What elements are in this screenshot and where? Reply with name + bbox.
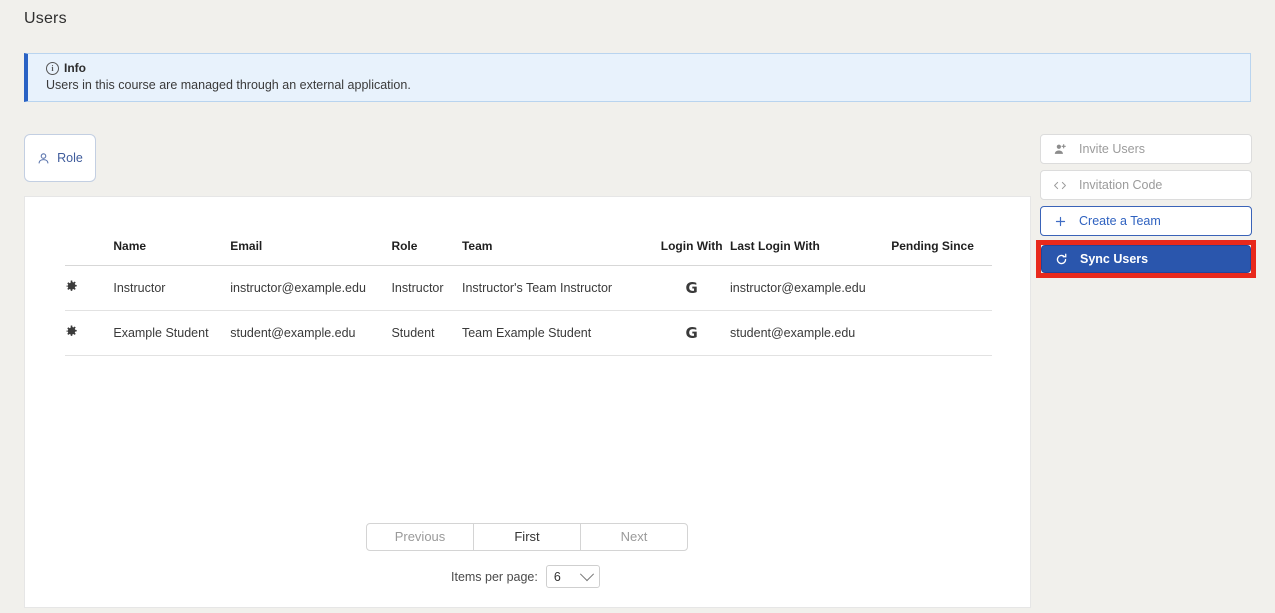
cell-name: Example Student — [113, 310, 231, 356]
invitation-code-button[interactable]: Invitation Code — [1040, 170, 1252, 200]
users-table: Name Email Role Team Login With Last Log… — [65, 239, 992, 356]
refresh-icon — [1054, 253, 1068, 266]
code-brackets-icon — [1053, 180, 1067, 191]
create-a-team-button[interactable]: Create a Team — [1040, 206, 1252, 236]
sync-users-label: Sync Users — [1080, 252, 1149, 266]
chevron-down-icon — [579, 566, 594, 581]
items-per-page-select[interactable]: 6 — [545, 565, 600, 588]
column-header-team: Team — [461, 239, 654, 266]
pagination-controls: Previous First Next — [366, 523, 688, 551]
column-header-last-login-with: Last Login With — [729, 239, 892, 266]
plus-icon — [1053, 216, 1067, 227]
info-alert: i Info Users in this course are managed … — [24, 53, 1251, 102]
info-alert-title: i Info — [46, 61, 86, 75]
gear-icon[interactable] — [65, 325, 78, 341]
table-header-row: Name Email Role Team Login With Last Log… — [65, 239, 992, 266]
column-header-pending-since: Pending Since — [891, 239, 992, 266]
sync-users-button[interactable]: Sync Users — [1041, 245, 1251, 273]
column-header-role: Role — [391, 239, 462, 266]
create-a-team-label: Create a Team — [1079, 214, 1161, 228]
row-settings-cell — [65, 265, 114, 311]
cell-role: Instructor — [391, 265, 462, 311]
cell-team: Team Example Student — [461, 310, 654, 356]
info-alert-title-text: Info — [64, 61, 86, 75]
users-table-head: Name Email Role Team Login With Last Log… — [65, 239, 992, 266]
table-row: Example Student student@example.edu Stud… — [65, 310, 992, 356]
users-table-body: Instructor instructor@example.edu Instru… — [65, 265, 992, 356]
user-plus-icon — [1053, 143, 1067, 156]
user-icon — [37, 152, 50, 165]
info-circle-icon: i — [46, 61, 59, 75]
page-title: Users — [24, 10, 67, 27]
users-table-card: Name Email Role Team Login With Last Log… — [24, 196, 1031, 608]
cell-pending-since — [891, 310, 992, 356]
pagination-next-button[interactable]: Next — [581, 524, 687, 550]
info-alert-message: Users in this course are managed through… — [46, 78, 411, 92]
column-header-name: Name — [113, 239, 231, 266]
items-per-page-control: Items per page: 6 — [451, 565, 600, 588]
invite-users-button[interactable]: Invite Users — [1040, 134, 1252, 164]
items-per-page-value: 6 — [553, 569, 561, 584]
cell-last-login-with: instructor@example.edu — [729, 265, 892, 311]
table-row: Instructor instructor@example.edu Instru… — [65, 265, 992, 311]
cell-role: Student — [391, 310, 462, 356]
row-settings-cell — [65, 310, 114, 356]
cell-email: student@example.edu — [230, 310, 392, 356]
items-per-page-label: Items per page: — [451, 569, 538, 584]
pagination-previous-button[interactable]: Previous — [367, 524, 474, 550]
pagination-first-button[interactable]: First — [474, 524, 581, 550]
column-header-login-with: Login With — [653, 239, 730, 266]
column-header-actions — [65, 239, 114, 266]
action-button-group: Invite Users Invitation Code Create a Te… — [1040, 134, 1252, 242]
cell-team: Instructor's Team Instructor — [461, 265, 654, 311]
cell-name: Instructor — [113, 265, 231, 311]
invitation-code-label: Invitation Code — [1079, 178, 1163, 192]
cell-login-with: G — [653, 310, 730, 356]
cell-email: instructor@example.edu — [230, 265, 392, 311]
cell-login-with: G — [653, 265, 730, 311]
column-header-email: Email — [230, 239, 392, 266]
gear-icon[interactable] — [65, 280, 78, 296]
role-filter-label: Role — [57, 151, 83, 165]
invite-users-label: Invite Users — [1079, 142, 1145, 156]
sync-users-wrapper: Sync Users — [1041, 245, 1251, 273]
cell-pending-since — [891, 265, 992, 311]
role-filter-button[interactable]: Role — [24, 134, 96, 182]
cell-last-login-with: student@example.edu — [729, 310, 892, 356]
